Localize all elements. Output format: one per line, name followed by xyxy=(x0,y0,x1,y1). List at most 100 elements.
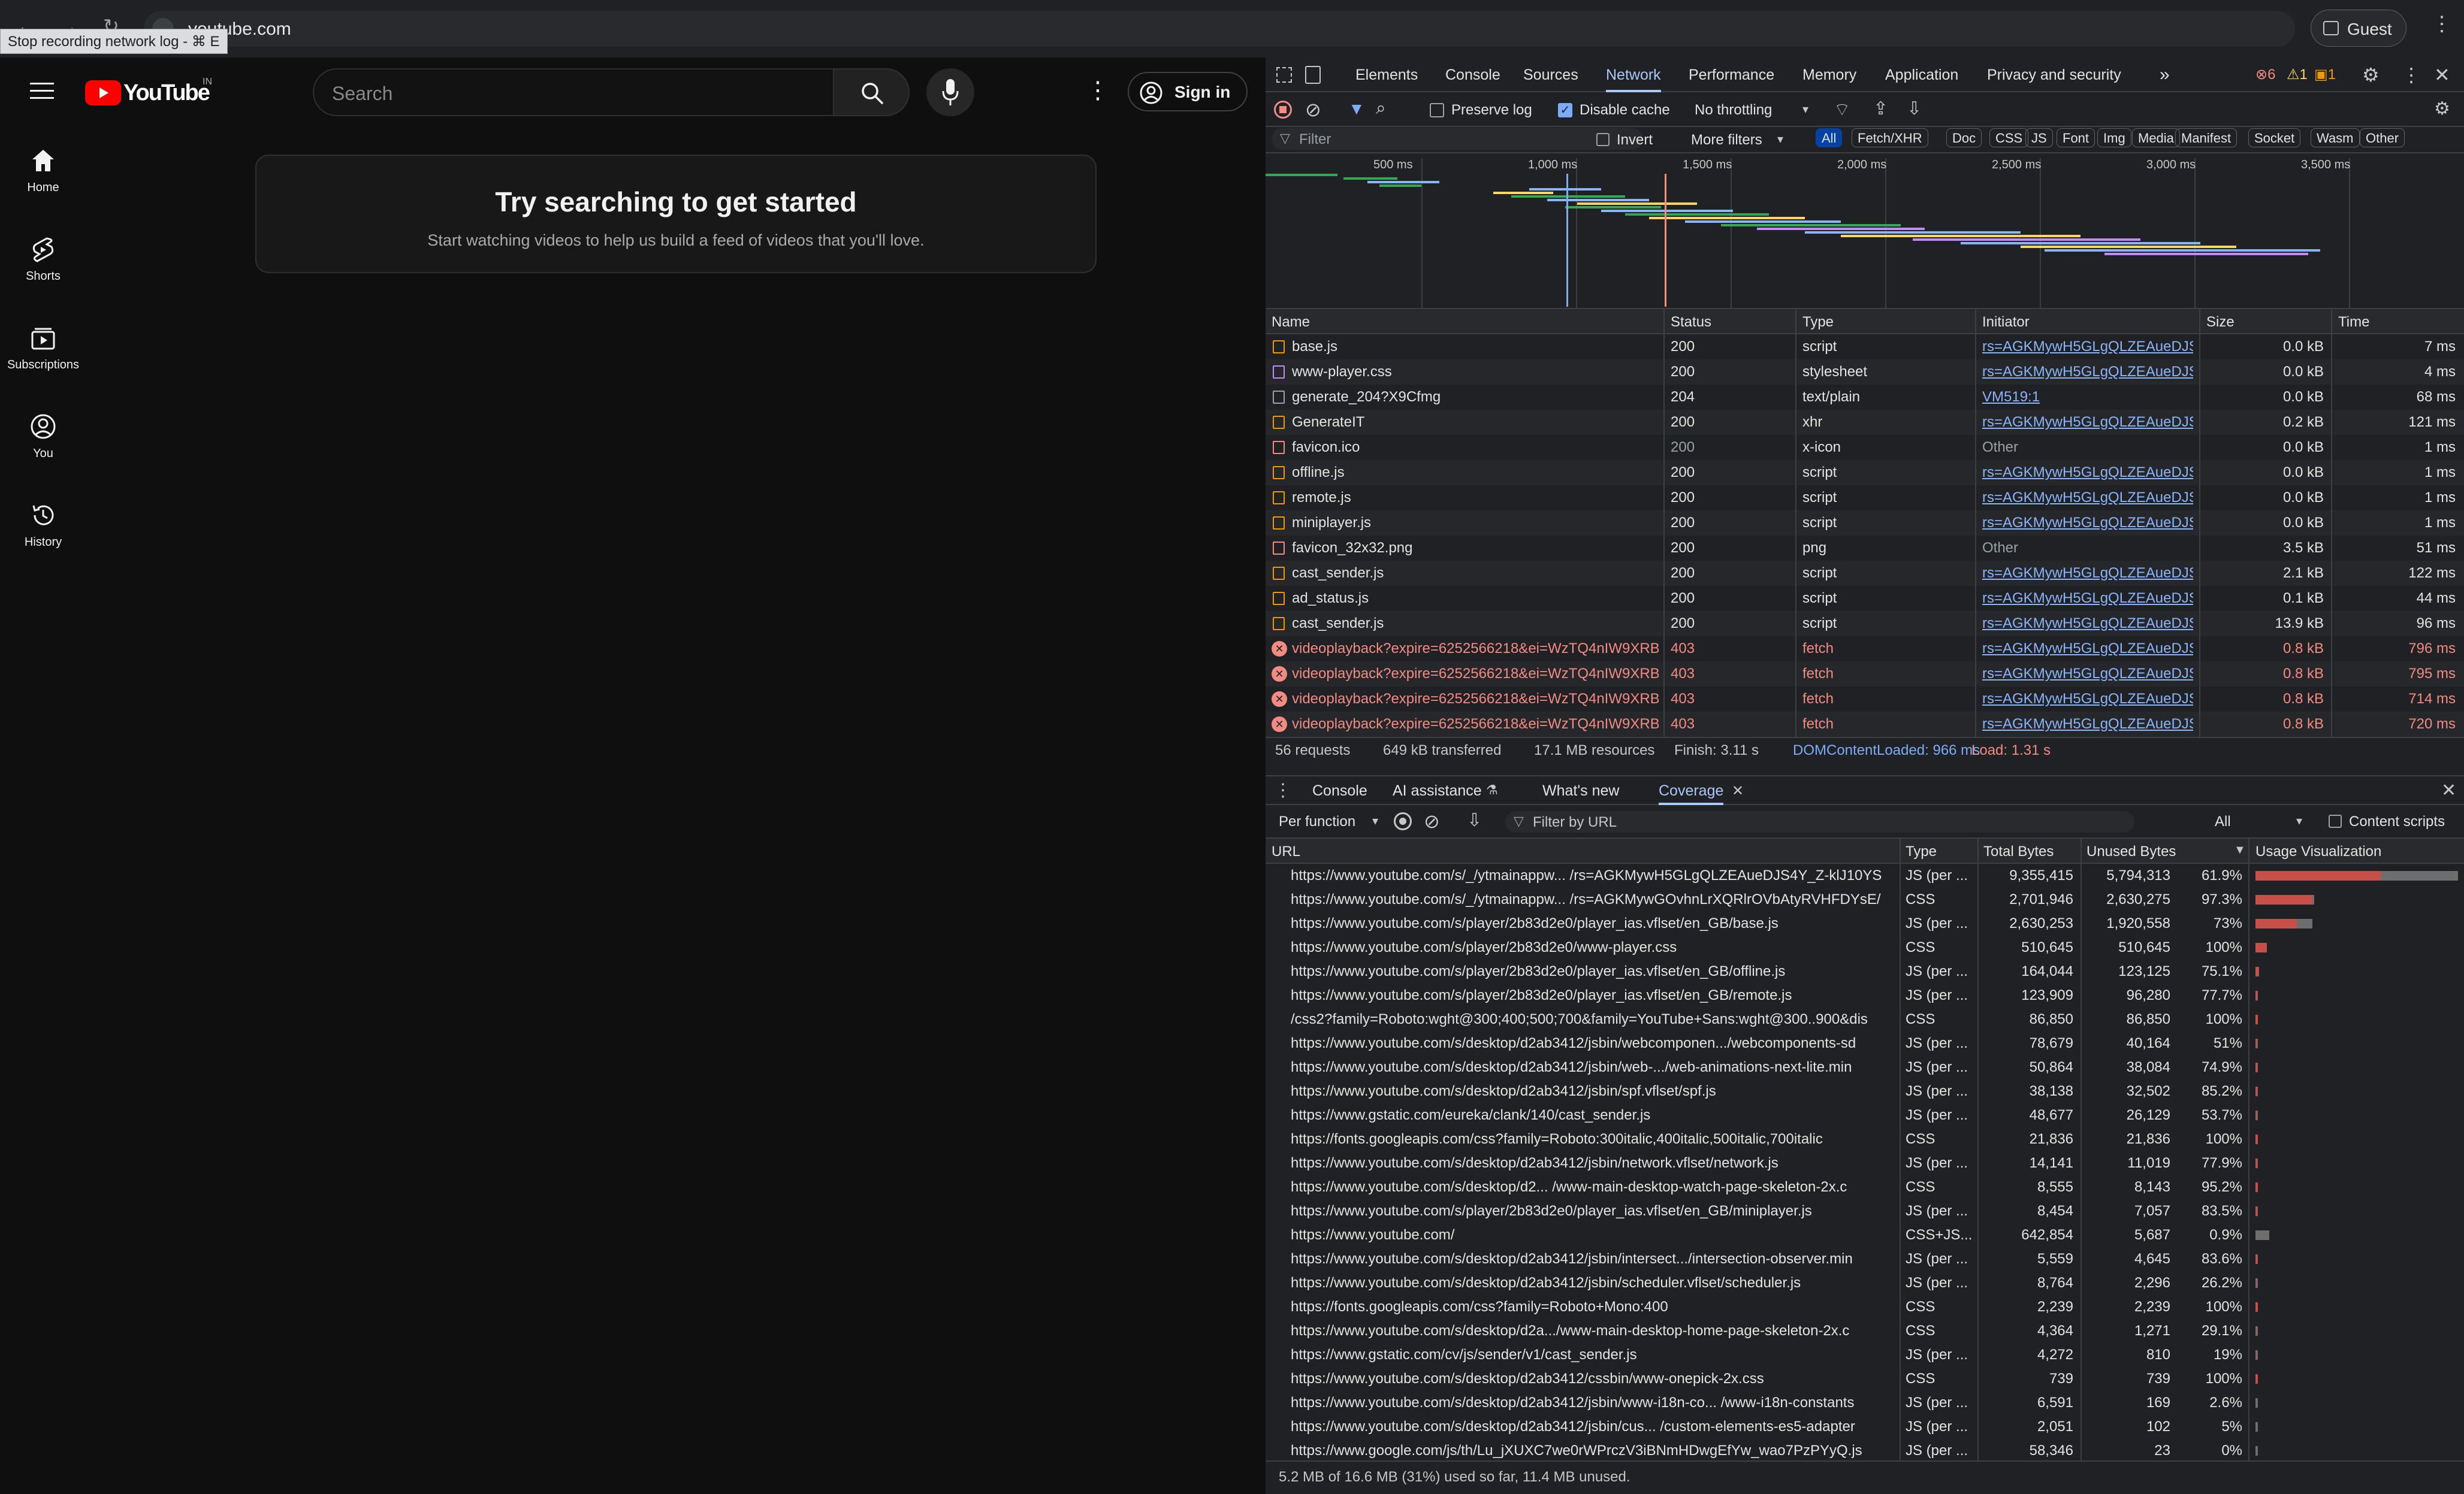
coverage-row[interactable]: https://www.gstatic.com/eureka/clank/140… xyxy=(1266,1103,2464,1127)
menu-icon[interactable] xyxy=(30,81,54,101)
drawer-tab-coverage[interactable]: Coverage xyxy=(1659,776,1724,805)
close-tab-icon[interactable]: ✕ xyxy=(1732,782,1744,800)
coverage-row[interactable]: https://www.youtube.com/s/player/2b83d2e… xyxy=(1266,960,2464,984)
coverage-row[interactable]: https://www.youtube.com/CSS+JS... 642,854… xyxy=(1266,1223,2464,1247)
coverage-row[interactable]: https://www.youtube.com/s/desktop/d2ab34… xyxy=(1266,1391,2464,1415)
request-initiator[interactable]: Other xyxy=(1982,536,2193,561)
col-url[interactable]: URL xyxy=(1272,843,1300,860)
drawer-tab-whats-new[interactable]: What's new xyxy=(1542,776,1619,805)
col-initiator[interactable]: Initiator xyxy=(1982,314,2030,331)
device-toolbar-icon[interactable] xyxy=(1305,66,1321,84)
request-initiator[interactable]: rs=AGKMywH5GLgQLZEAueDJS xyxy=(1982,334,2193,359)
clear-coverage-icon[interactable]: ⊘ xyxy=(1424,810,1440,833)
type-filter-socket[interactable]: Socket xyxy=(2248,128,2301,147)
search-icon[interactable]: ⌕ xyxy=(1376,98,1386,119)
col-status[interactable]: Status xyxy=(1671,314,1711,331)
settings-gear-icon[interactable]: ⚙ xyxy=(2362,63,2380,86)
col-name[interactable]: Name xyxy=(1272,314,1310,331)
coverage-row[interactable]: https://www.youtube.com/s/player/2b83d2e… xyxy=(1266,912,2464,936)
info-count-badge[interactable]: ▣1 xyxy=(2314,66,2336,83)
rail-subscriptions[interactable]: Subscriptions xyxy=(0,325,86,372)
tab-elements[interactable]: Elements xyxy=(1355,58,1418,92)
settings-menu-icon[interactable]: ⋮ xyxy=(1086,77,1110,104)
coverage-row[interactable]: /css2?family=Roboto:wght@300;400;500;700… xyxy=(1266,1008,2464,1032)
type-filter-doc[interactable]: Doc xyxy=(1946,128,1982,147)
warning-count-badge[interactable]: ⚠1 xyxy=(2287,66,2308,83)
profile-button[interactable]: Guest xyxy=(2311,10,2406,47)
invert-checkbox[interactable] xyxy=(1596,133,1610,146)
export-har-icon[interactable]: ⇩ xyxy=(1907,98,1922,119)
devtools-menu-icon[interactable]: ⋮ xyxy=(2402,63,2421,86)
start-instrumenting-icon[interactable] xyxy=(1394,812,1412,830)
rail-history[interactable]: History xyxy=(0,502,86,549)
youtube-logo[interactable]: YouTube IN xyxy=(85,77,217,108)
col-size[interactable]: Size xyxy=(2206,314,2234,331)
tab-privacy[interactable]: Privacy and security xyxy=(1987,58,2121,92)
request-initiator[interactable]: rs=AGKMywH5GLgQLZEAueDJS xyxy=(1982,359,2193,385)
request-row[interactable]: remote.js 200 script rs=AGKMywH5GLgQLZEAueD… xyxy=(1266,485,2464,510)
coverage-row[interactable]: https://www.google.com/js/th/Lu_jXUXC7we… xyxy=(1266,1439,2464,1463)
throttling-select[interactable]: No throttling xyxy=(1695,102,1772,119)
coverage-type-select[interactable]: All xyxy=(2215,813,2231,830)
request-row[interactable]: ✕ videoplayback?expire=6252566218&ei=WzTQ… xyxy=(1266,636,2464,661)
type-filter-js[interactable]: JS xyxy=(2025,128,2053,147)
disable-cache-checkbox[interactable]: ✓ xyxy=(1558,103,1572,117)
request-initiator[interactable]: rs=AGKMywH5GLgQLZEAueDJS xyxy=(1982,686,2193,712)
col-type[interactable]: Type xyxy=(1906,843,1937,860)
type-filter-font[interactable]: Font xyxy=(2057,128,2095,147)
request-row[interactable]: offline.js 200 script rs=AGKMywH5GLgQLZEAue… xyxy=(1266,460,2464,485)
sign-in-button[interactable]: Sign in xyxy=(1128,72,1248,111)
close-devtools-icon[interactable]: ✕ xyxy=(2434,63,2450,86)
tab-application[interactable]: Application xyxy=(1885,58,1958,92)
request-initiator[interactable]: rs=AGKMywH5GLgQLZEAueDJS xyxy=(1982,561,2193,586)
request-initiator[interactable]: Other xyxy=(1982,435,2193,460)
coverage-row[interactable]: https://www.youtube.com/s/player/2b83d2e… xyxy=(1266,984,2464,1008)
coverage-row[interactable]: https://www.youtube.com/s/desktop/d2ab34… xyxy=(1266,1367,2464,1391)
rail-you[interactable]: You xyxy=(0,413,86,461)
url-filter-input[interactable]: ▽ Filter by URL xyxy=(1505,811,2134,833)
tab-network[interactable]: Network xyxy=(1606,58,1661,92)
error-count-badge[interactable]: ⊗6 xyxy=(2255,66,2275,83)
coverage-row[interactable]: https://www.youtube.com/s/desktop/d2ab34… xyxy=(1266,1079,2464,1103)
more-filters-dropdown[interactable]: More filters xyxy=(1691,132,1762,149)
close-drawer-icon[interactable]: ✕ xyxy=(2441,780,2456,801)
type-filter-media[interactable]: Media xyxy=(2132,128,2180,147)
type-filter-other[interactable]: Other xyxy=(2360,128,2405,147)
request-row[interactable]: www-player.css 200 stylesheet rs=AGKMywH5GL… xyxy=(1266,359,2464,385)
coverage-row[interactable]: https://www.youtube.com/s/desktop/d2ab34… xyxy=(1266,1032,2464,1056)
filter-input[interactable]: ▽ Filter xyxy=(1272,128,1643,150)
request-initiator[interactable]: VM519:1 xyxy=(1982,385,2193,410)
type-filter-manifest[interactable]: Manifest xyxy=(2175,128,2237,147)
request-initiator[interactable]: rs=AGKMywH5GLgQLZEAueDJS xyxy=(1982,485,2193,510)
coverage-mode-select[interactable]: Per function xyxy=(1279,813,1355,830)
drawer-menu-icon[interactable]: ⋮ xyxy=(1274,780,1292,801)
voice-search-button[interactable] xyxy=(926,68,974,116)
col-type[interactable]: Type xyxy=(1802,314,1834,331)
type-filter-css[interactable]: CSS xyxy=(1989,128,2029,147)
request-initiator[interactable]: rs=AGKMywH5GLgQLZEAueDJS xyxy=(1982,410,2193,435)
coverage-row[interactable]: https://fonts.googleapis.com/css?family=… xyxy=(1266,1295,2464,1319)
col-unused-bytes[interactable]: Unused Bytes xyxy=(2086,843,2176,860)
coverage-row[interactable]: https://www.gstatic.com/cv/js/sender/v1/… xyxy=(1266,1343,2464,1367)
request-row[interactable]: ✕ videoplayback?expire=6252566218&ei=WzTQ… xyxy=(1266,712,2464,737)
type-filter-all[interactable]: All xyxy=(1816,128,1843,147)
coverage-row[interactable]: https://www.youtube.com/s/_/ytmainappw..… xyxy=(1266,864,2464,888)
tab-sources[interactable]: Sources xyxy=(1523,58,1578,92)
record-stop-icon[interactable] xyxy=(1274,101,1292,119)
col-time[interactable]: Time xyxy=(2338,314,2369,331)
browser-menu-icon[interactable]: ⋮ xyxy=(2432,12,2452,36)
request-initiator[interactable]: rs=AGKMywH5GLgQLZEAueDJS xyxy=(1982,636,2193,661)
request-initiator[interactable]: rs=AGKMywH5GLgQLZEAueDJS xyxy=(1982,611,2193,636)
type-filter-img[interactable]: Img xyxy=(2097,128,2131,147)
coverage-row[interactable]: https://www.youtube.com/s/_/ytmainappw..… xyxy=(1266,888,2464,912)
coverage-row[interactable]: https://www.youtube.com/s/desktop/d2ab34… xyxy=(1266,1271,2464,1295)
request-initiator[interactable]: rs=AGKMywH5GLgQLZEAueDJS xyxy=(1982,460,2193,485)
address-bar[interactable]: youtube.com xyxy=(144,11,2295,47)
coverage-row[interactable]: https://www.youtube.com/s/desktop/d2ab34… xyxy=(1266,1247,2464,1271)
clear-icon[interactable]: ⊘ xyxy=(1305,98,1321,121)
search-box[interactable]: Search xyxy=(313,68,834,116)
request-initiator[interactable]: rs=AGKMywH5GLgQLZEAueDJS xyxy=(1982,712,2193,737)
coverage-row[interactable]: https://www.youtube.com/s/player/2b83d2e… xyxy=(1266,936,2464,960)
rail-shorts[interactable]: Shorts xyxy=(0,236,86,283)
request-row[interactable]: cast_sender.js 200 script rs=AGKMywH5GLgQLZ… xyxy=(1266,611,2464,636)
